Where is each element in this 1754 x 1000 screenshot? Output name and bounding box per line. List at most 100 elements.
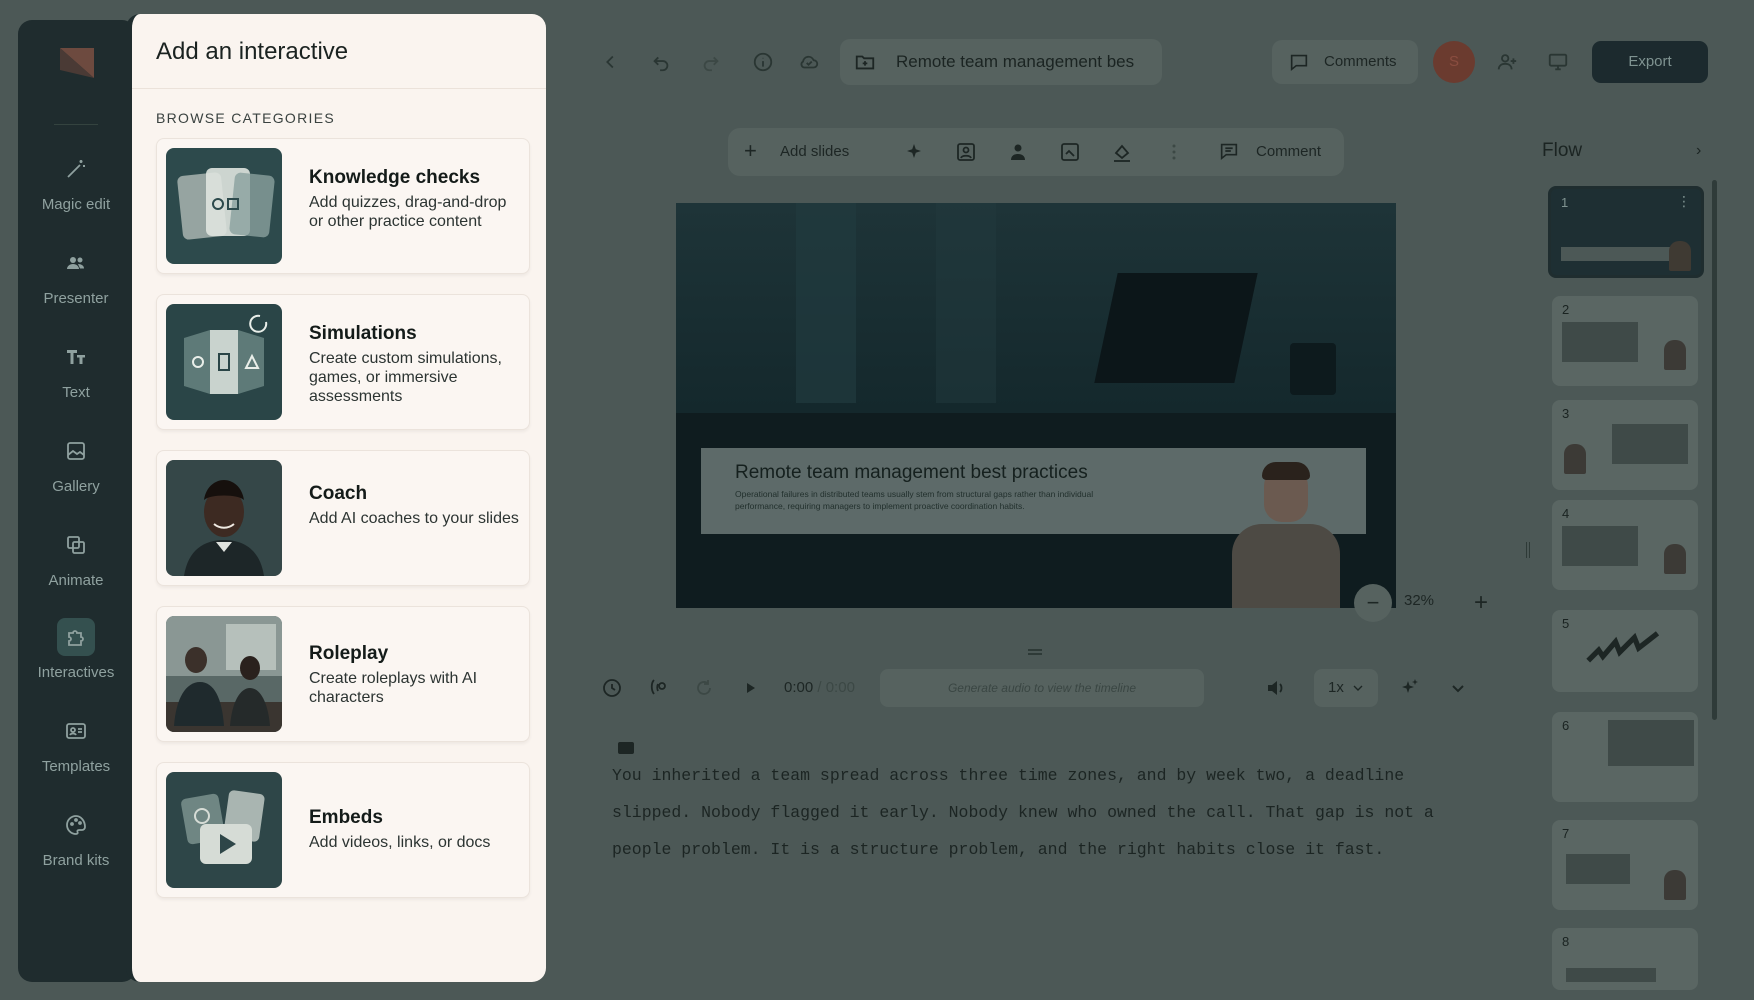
sidebar-item-animate[interactable]: Animate (18, 526, 134, 589)
slide-thumbnail[interactable]: 6 (1552, 712, 1698, 802)
sparkle-icon[interactable] (902, 140, 926, 164)
slide-laptop (1094, 273, 1258, 383)
avatar-insert-icon[interactable] (1006, 140, 1030, 164)
roleplay-scene-icon (166, 616, 282, 732)
knowledge-checks-thumbnail (166, 148, 282, 264)
time-current: 0:00 (784, 679, 814, 696)
sidebar-item-gallery[interactable]: Gallery (18, 432, 134, 495)
fill-icon[interactable] (1110, 140, 1134, 164)
present-button[interactable] (1541, 45, 1575, 79)
document-title-field[interactable]: Remote team management bes (840, 39, 1162, 85)
cloud-save-button[interactable] (792, 45, 826, 79)
chevron-right-icon[interactable]: › (1696, 142, 1701, 160)
back-button[interactable] (594, 45, 628, 79)
zoom-out-button[interactable]: − (1354, 584, 1392, 622)
frame-icon[interactable] (1058, 140, 1082, 164)
category-card-knowledge-checks[interactable]: Knowledge checks Add quizzes, drag-and-d… (156, 138, 530, 274)
sidebar-item-magic-edit[interactable]: Magic edit (18, 150, 134, 213)
slide-thumbnail[interactable]: 8 (1552, 928, 1698, 990)
play-icon[interactable] (738, 676, 762, 700)
thumbnail-grid (1608, 720, 1694, 766)
slide-thumbnail[interactable]: 1 ⋮ (1548, 186, 1704, 278)
category-card-roleplay[interactable]: Roleplay Create roleplays with AI charac… (156, 606, 530, 742)
slide-thumbnail[interactable]: 7 (1552, 820, 1698, 910)
category-card-coach[interactable]: Coach Add AI coaches to your slides (156, 450, 530, 586)
more-icon[interactable]: ⋮ (1677, 193, 1691, 210)
sidebar-item-text[interactable]: Text (18, 338, 134, 401)
slide-number: 6 (1562, 718, 1570, 733)
share-button[interactable] (1490, 45, 1524, 79)
script-text[interactable]: You inherited a team spread across three… (612, 757, 1472, 868)
zoom-in-button[interactable]: + (1462, 584, 1500, 622)
palette-icon (66, 815, 86, 835)
comment-icon (1290, 54, 1308, 72)
thumbnail-presenter (1564, 444, 1586, 474)
sidebar-item-interactives[interactable]: Interactives (18, 618, 134, 681)
user-avatar[interactable]: S (1433, 41, 1475, 83)
export-button[interactable]: Export (1592, 41, 1708, 83)
comment-button[interactable]: Comment (1206, 128, 1336, 176)
sidebar-item-label: Animate (48, 572, 104, 589)
presenter-body (1232, 524, 1340, 608)
card-description: Add videos, links, or docs (309, 834, 491, 851)
slide-title: Remote team management best practices (735, 462, 1088, 483)
more-icon[interactable] (1162, 140, 1186, 164)
slide-thumbnail[interactable]: 4 (1552, 500, 1698, 590)
slide-thumbnail[interactable]: 3 (1552, 400, 1698, 490)
category-card-embeds[interactable]: Embeds Add videos, links, or docs (156, 762, 530, 898)
panel-title: Add an interactive (156, 38, 349, 65)
category-card-simulations[interactable]: Simulations Create custom simulations, g… (156, 294, 530, 430)
thumbnail-grid (1566, 854, 1630, 884)
slide-canvas[interactable]: Remote team management best practices Op… (676, 203, 1396, 608)
zoom-level: 32% (1404, 592, 1435, 609)
volume-icon[interactable] (1264, 676, 1288, 700)
time-total: 0:00 (825, 679, 855, 696)
image-icon (67, 442, 85, 460)
resize-handle[interactable] (1028, 649, 1042, 655)
panel-resize-handle[interactable] (1526, 542, 1530, 558)
ai-sparkle-icon[interactable] (1398, 676, 1422, 700)
magic-wand-icon (67, 160, 85, 178)
comments-button[interactable]: Comments (1272, 40, 1418, 84)
card-description: Create custom simulations, games, or imm… (309, 350, 502, 405)
slide-thumbnail[interactable]: 5 (1552, 610, 1698, 692)
slide-number: 3 (1562, 406, 1570, 421)
sidebar-item-label: Text (62, 384, 90, 401)
slide-number: 5 (1562, 616, 1570, 631)
slide-background-window (676, 203, 1396, 413)
image-insert-icon[interactable] (954, 140, 978, 164)
presenter-avatar[interactable] (1226, 458, 1346, 608)
sidebar-item-presenter[interactable]: Presenter (18, 244, 134, 307)
embeds-thumbnail (166, 772, 282, 888)
add-slides-button[interactable]: + Add slides (728, 128, 868, 176)
add-user-icon (1497, 54, 1517, 70)
undo-button[interactable] (644, 45, 678, 79)
refresh-icon[interactable] (692, 676, 716, 700)
card-title: Roleplay (309, 643, 389, 664)
clock-icon[interactable] (600, 676, 624, 700)
thumbnail-caption (1561, 247, 1681, 261)
script-speaker-tag[interactable] (618, 742, 634, 754)
redo-button[interactable] (694, 45, 728, 79)
slide-thumbnail[interactable]: 2 (1552, 296, 1698, 386)
text-icon (67, 350, 85, 364)
add-interactive-panel: Add an interactive BROWSE CATEGORIES Kno… (126, 14, 546, 982)
slide-toolbar: + Add slides Comment (728, 128, 1344, 176)
sidebar-item-label: Magic edit (41, 196, 111, 213)
audio-bar: 0:00 / 0:00 Generate audio to view the t… (590, 663, 1472, 713)
sidebar-item-brand-kits[interactable]: Brand kits (18, 806, 134, 869)
simulations-thumbnail (166, 304, 282, 420)
playback-speed-select[interactable]: 1x (1314, 669, 1378, 707)
sidebar-item-label: Interactives (37, 664, 115, 681)
voice-icon[interactable] (646, 676, 670, 700)
chevron-down-icon (1353, 685, 1363, 691)
sidebar-item-label: Brand kits (42, 852, 110, 869)
info-button[interactable] (746, 45, 780, 79)
sidebar-item-templates[interactable]: Templates (18, 712, 134, 775)
comment-icon (1220, 143, 1238, 161)
thumbnail-presenter (1664, 340, 1686, 370)
card-title: Coach (309, 483, 368, 504)
flow-scrollbar[interactable] (1712, 180, 1717, 720)
panel-divider (132, 88, 546, 89)
chevron-down-icon[interactable] (1446, 676, 1470, 700)
